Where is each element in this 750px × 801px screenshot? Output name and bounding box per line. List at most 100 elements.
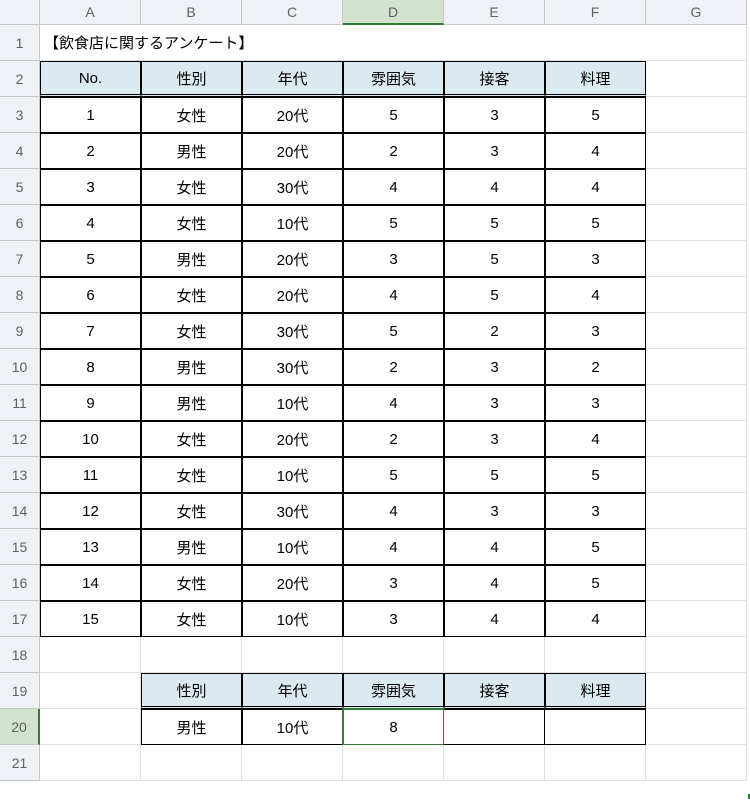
table-cell[interactable]: 4 xyxy=(444,601,545,637)
empty-cell[interactable] xyxy=(40,637,141,673)
table-cell[interactable]: 5 xyxy=(343,313,444,349)
table-cell[interactable]: 5 xyxy=(545,97,646,133)
table-cell[interactable]: 5 xyxy=(545,565,646,601)
empty-cell[interactable] xyxy=(242,637,343,673)
spreadsheet[interactable]: ABCDEFG1【飲食店に関するアンケート】2No.性別年代雰囲気接客料理31女… xyxy=(0,0,750,781)
table-cell[interactable]: 2 xyxy=(40,133,141,169)
col-header-E[interactable]: E xyxy=(444,0,545,25)
row-header-6[interactable]: 6 xyxy=(0,205,40,241)
table-cell[interactable]: 6 xyxy=(40,277,141,313)
table-cell[interactable]: 10代 xyxy=(242,385,343,421)
empty-cell[interactable] xyxy=(646,709,747,745)
table-cell[interactable]: 5 xyxy=(343,97,444,133)
empty-cell[interactable] xyxy=(545,637,646,673)
table-cell[interactable]: 3 xyxy=(40,169,141,205)
empty-cell[interactable] xyxy=(141,637,242,673)
table-cell[interactable]: 4 xyxy=(545,601,646,637)
row-header-21[interactable]: 21 xyxy=(0,745,40,781)
empty-cell[interactable] xyxy=(646,673,747,709)
table-cell[interactable]: 4 xyxy=(343,277,444,313)
col-header-F[interactable]: F xyxy=(545,0,646,25)
empty-cell[interactable] xyxy=(444,745,545,781)
table-cell[interactable]: 12 xyxy=(40,493,141,529)
empty-cell[interactable] xyxy=(646,385,747,421)
table-cell[interactable]: 4 xyxy=(545,169,646,205)
empty-cell[interactable] xyxy=(646,169,747,205)
table-cell[interactable]: 3 xyxy=(545,313,646,349)
table-cell[interactable]: 女性 xyxy=(141,97,242,133)
row-header-12[interactable]: 12 xyxy=(0,421,40,457)
table-cell[interactable]: 10代 xyxy=(242,601,343,637)
table-cell[interactable]: 20代 xyxy=(242,97,343,133)
table-cell[interactable]: 2 xyxy=(343,421,444,457)
table-cell[interactable]: 女性 xyxy=(141,601,242,637)
summary-cell[interactable]: 8 xyxy=(343,709,444,745)
empty-cell[interactable] xyxy=(545,745,646,781)
table-cell[interactable]: 女性 xyxy=(141,277,242,313)
empty-cell[interactable] xyxy=(343,745,444,781)
table-cell[interactable]: 3 xyxy=(444,493,545,529)
summary-cell[interactable]: 男性 xyxy=(141,709,242,745)
table-cell[interactable]: 4 xyxy=(343,169,444,205)
col-header-C[interactable]: C xyxy=(242,0,343,25)
empty-cell[interactable] xyxy=(646,565,747,601)
table-header[interactable]: 雰囲気 xyxy=(343,61,444,97)
table-cell[interactable]: 3 xyxy=(444,97,545,133)
row-header-16[interactable]: 16 xyxy=(0,565,40,601)
table-cell[interactable]: 5 xyxy=(343,205,444,241)
table-cell[interactable]: 20代 xyxy=(242,565,343,601)
table-cell[interactable]: 4 xyxy=(444,565,545,601)
empty-cell[interactable] xyxy=(343,637,444,673)
summary-header[interactable]: 雰囲気 xyxy=(343,673,444,709)
table-cell[interactable]: 3 xyxy=(444,133,545,169)
summary-header[interactable]: 接客 xyxy=(444,673,545,709)
table-cell[interactable]: 5 xyxy=(545,205,646,241)
title-cell[interactable]: 【飲食店に関するアンケート】 xyxy=(40,25,747,61)
row-header-10[interactable]: 10 xyxy=(0,349,40,385)
empty-cell[interactable] xyxy=(444,637,545,673)
summary-header[interactable]: 年代 xyxy=(242,673,343,709)
table-cell[interactable]: 8 xyxy=(40,349,141,385)
table-cell[interactable]: 3 xyxy=(343,601,444,637)
row-header-4[interactable]: 4 xyxy=(0,133,40,169)
empty-cell[interactable] xyxy=(646,97,747,133)
col-header-B[interactable]: B xyxy=(141,0,242,25)
row-header-3[interactable]: 3 xyxy=(0,97,40,133)
table-header[interactable]: 接客 xyxy=(444,61,545,97)
table-header[interactable]: No. xyxy=(40,61,141,97)
summary-header[interactable]: 料理 xyxy=(545,673,646,709)
table-cell[interactable]: 4 xyxy=(343,529,444,565)
empty-cell[interactable] xyxy=(646,277,747,313)
empty-cell[interactable] xyxy=(646,493,747,529)
table-cell[interactable]: 7 xyxy=(40,313,141,349)
summary-cell[interactable] xyxy=(444,709,545,745)
empty-cell[interactable] xyxy=(242,745,343,781)
row-header-20[interactable]: 20 xyxy=(0,709,40,745)
table-cell[interactable]: 9 xyxy=(40,385,141,421)
table-cell[interactable]: 女性 xyxy=(141,169,242,205)
table-cell[interactable]: 4 xyxy=(545,133,646,169)
empty-cell[interactable] xyxy=(646,61,747,97)
table-cell[interactable]: 20代 xyxy=(242,241,343,277)
row-header-14[interactable]: 14 xyxy=(0,493,40,529)
table-cell[interactable]: 3 xyxy=(444,421,545,457)
table-cell[interactable]: 5 xyxy=(545,529,646,565)
table-cell[interactable]: 男性 xyxy=(141,385,242,421)
table-cell[interactable]: 3 xyxy=(545,241,646,277)
table-cell[interactable]: 4 xyxy=(343,385,444,421)
table-cell[interactable]: 11 xyxy=(40,457,141,493)
table-cell[interactable]: 5 xyxy=(545,457,646,493)
empty-cell[interactable] xyxy=(646,349,747,385)
row-header-13[interactable]: 13 xyxy=(0,457,40,493)
empty-cell[interactable] xyxy=(646,529,747,565)
table-cell[interactable]: 男性 xyxy=(141,529,242,565)
empty-cell[interactable] xyxy=(40,745,141,781)
table-cell[interactable]: 3 xyxy=(444,349,545,385)
empty-cell[interactable] xyxy=(40,709,141,745)
empty-cell[interactable] xyxy=(646,133,747,169)
empty-cell[interactable] xyxy=(646,313,747,349)
table-cell[interactable]: 女性 xyxy=(141,205,242,241)
table-cell[interactable]: 10代 xyxy=(242,529,343,565)
table-cell[interactable]: 女性 xyxy=(141,421,242,457)
empty-cell[interactable] xyxy=(646,637,747,673)
